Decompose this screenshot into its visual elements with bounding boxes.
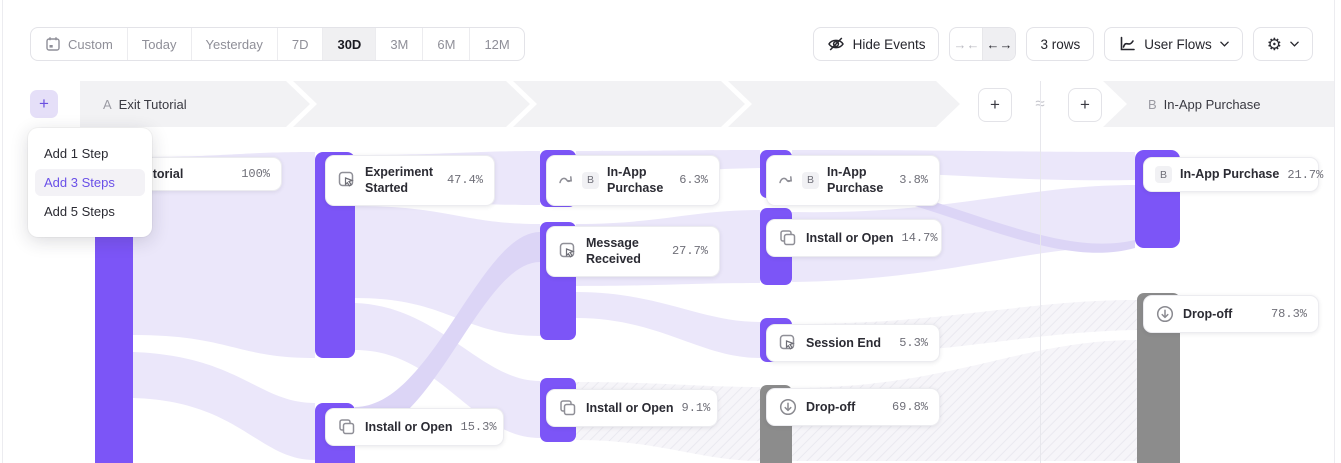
drop-off-icon [1155,304,1175,324]
drop-off-icon [778,397,798,417]
add-steps-menu: Add 1 Step Add 3 Steps Add 5 Steps [28,128,152,237]
date-range-6m[interactable]: 6M [423,28,470,60]
date-range-yesterday[interactable]: Yesterday [192,28,278,60]
date-range-30d[interactable]: 30D [323,28,376,60]
menu-item-add-1-step[interactable]: Add 1 Step [35,140,145,167]
step-b-badge: B [1155,166,1172,183]
expand-columns-button[interactable]: ←→ [982,28,1015,60]
step-a-letter: A [103,97,112,112]
step-a-label: Exit Tutorial [119,97,187,112]
user-flows-panel: Custom Today Yesterday 7D 30D 3M 6M 12M … [0,0,1341,463]
date-range-today[interactable]: Today [128,28,192,60]
flow-chart-icon [1118,35,1136,53]
step-b-letter: B [1148,97,1157,112]
node-card-drop-off-78[interactable]: Drop-off 78.3% [1143,295,1319,333]
event-click-icon [337,170,357,190]
node-card-in-app-purchase-6[interactable]: B In-App Purchase 6.3% [546,155,720,206]
expand-arrows-icon: ←→ [986,37,1012,52]
node-card-install-or-open-9[interactable]: Install or Open 9.1% [546,389,718,427]
view-toolbar: Hide Events →← ←→ 3 rows User Flows ⚙ [813,27,1313,61]
node-card-experiment-started[interactable]: Experiment Started 47.4% [325,155,495,206]
settings-dropdown[interactable]: ⚙ [1253,27,1313,61]
add-step-before-b-button[interactable]: + [1068,88,1102,122]
rows-button[interactable]: 3 rows [1026,27,1094,61]
step-b-badge: B [802,172,819,189]
chevron-down-icon [1220,41,1229,47]
add-steps-button[interactable]: + [30,90,58,118]
node-card-in-app-purchase-3[interactable]: B In-App Purchase 3.8% [766,155,940,206]
indirect-arrow-icon [778,172,794,188]
date-range-custom[interactable]: Custom [31,28,128,60]
date-range-7d[interactable]: 7D [278,28,324,60]
node-card-message-received[interactable]: Message Received 27.7% [546,226,720,277]
indirect-arrow-icon [558,172,574,188]
menu-item-add-5-steps[interactable]: Add 5 Steps [35,198,145,225]
step-b-title: B In-App Purchase [1148,81,1261,127]
column-width-control: →← ←→ [949,27,1016,61]
menu-item-add-3-steps[interactable]: Add 3 Steps [35,169,145,196]
node-card-in-app-purchase-b[interactable]: B In-App Purchase 21.7% [1143,157,1319,192]
event-click-icon [778,333,798,353]
node-card-drop-off-69[interactable]: Drop-off 69.8% [766,388,940,426]
step-b-badge: B [582,172,599,189]
install-open-icon [778,228,798,248]
step-band-segment-3[interactable] [513,81,745,127]
collapse-arrows-icon: →← [953,37,979,52]
date-range-12m[interactable]: 12M [470,28,523,60]
eye-off-icon [827,35,845,53]
node-card-session-end[interactable]: Session End 5.3% [766,324,940,362]
event-click-icon [558,241,578,261]
install-open-icon [558,398,578,418]
add-step-end-button[interactable]: + [978,88,1012,122]
plus-icon: + [39,94,49,114]
node-card-install-or-open-14[interactable]: Install or Open 14.7% [766,219,942,257]
calendar-icon [45,36,61,52]
step-band-segment-4[interactable] [728,81,960,127]
step-b-label: In-App Purchase [1164,97,1261,112]
date-range-3m[interactable]: 3M [376,28,423,60]
install-open-icon [337,417,357,437]
date-range-control: Custom Today Yesterday 7D 30D 3M 6M 12M [30,27,525,61]
node-card-install-or-open-15[interactable]: Install or Open 15.3% [325,408,504,446]
chevron-down-icon [1290,41,1299,47]
hide-events-button[interactable]: Hide Events [813,27,940,61]
step-a-title: A Exit Tutorial [103,81,187,127]
collapse-columns-button[interactable]: →← [950,28,982,60]
gear-icon: ⚙ [1267,36,1282,53]
view-selector-dropdown[interactable]: User Flows [1104,27,1243,61]
step-band-segment-2[interactable] [293,81,530,127]
date-range-label: Custom [68,37,113,52]
section-divider [1040,81,1041,463]
